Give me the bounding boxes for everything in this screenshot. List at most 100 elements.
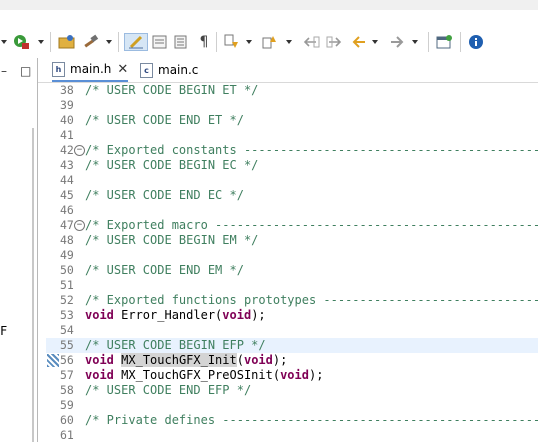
show-whitespace-icon[interactable]: ¶ xyxy=(196,33,212,51)
code-text: /* Exported macro ----------------------… xyxy=(85,218,538,233)
minimize-view-button[interactable]: – xyxy=(1,64,7,78)
code-line[interactable]: 53 void Error_Handler(void); xyxy=(46,308,538,323)
keyword-token: void xyxy=(85,368,114,382)
toolbar-separator xyxy=(118,32,119,52)
left-pane-clipped-text: F xyxy=(0,324,8,338)
code-text: void MX_TouchGFX_Init(void); xyxy=(85,353,287,368)
code-line[interactable]: 48 /* USER CODE BEGIN EM */ xyxy=(46,233,538,248)
build-hammer-icon[interactable] xyxy=(80,33,102,51)
comment-token: /* Private defines ---------------------… xyxy=(85,413,538,427)
comment-token: /* USER CODE END EC */ xyxy=(85,188,244,202)
last-edit-location-icon[interactable] xyxy=(300,33,322,51)
line-number: 46 xyxy=(60,203,74,217)
code-line[interactable]: 51 xyxy=(46,278,538,293)
line-number: 59 xyxy=(60,398,74,412)
next-edit-location-icon[interactable] xyxy=(324,33,346,51)
code-line[interactable]: 55 /* USER CODE BEGIN EFP */ xyxy=(46,338,538,353)
maximize-view-button[interactable]: □ xyxy=(20,64,31,78)
toggle-mark-occurrences-icon[interactable] xyxy=(124,33,148,51)
line-number: 57 xyxy=(60,368,74,382)
tab-label: main.h xyxy=(70,62,112,76)
nav-down-icon[interactable] xyxy=(222,33,242,51)
code-line[interactable]: 54 xyxy=(46,323,538,338)
open-folder-icon[interactable] xyxy=(56,33,78,51)
open-perspective-icon[interactable] xyxy=(434,33,454,51)
line-number: 38 xyxy=(60,83,74,97)
line-number: 55 xyxy=(60,338,74,352)
code-line[interactable]: 42−/* Exported constants ---------------… xyxy=(46,143,538,158)
prev-annotation-icon[interactable] xyxy=(172,33,190,51)
fold-toggle-icon[interactable]: − xyxy=(74,220,85,231)
code-line[interactable]: 61 xyxy=(46,428,538,442)
code-line[interactable]: 40 /* USER CODE END ET */ xyxy=(46,113,538,128)
build-dropdown-icon[interactable] xyxy=(104,33,114,51)
fold-toggle-icon[interactable]: − xyxy=(74,145,85,156)
code-text: void MX_TouchGFX_PreOSInit(void); xyxy=(85,368,323,383)
code-line[interactable]: 58 /* USER CODE END EFP */ xyxy=(46,383,538,398)
comment-token: /* USER CODE END EFP */ xyxy=(85,383,252,397)
forward-icon[interactable] xyxy=(388,33,406,51)
nav-up-icon[interactable] xyxy=(260,33,280,51)
code-line[interactable]: 45 /* USER CODE END EC */ xyxy=(46,188,538,203)
line-number: 61 xyxy=(60,428,74,442)
code-line[interactable]: 50 /* USER CODE END EM */ xyxy=(46,263,538,278)
line-number: 58 xyxy=(60,383,74,397)
left-pane-scroll-track[interactable] xyxy=(32,128,34,442)
code-line[interactable]: 38 /* USER CODE BEGIN ET */ xyxy=(46,83,538,98)
code-editor[interactable]: 38 /* USER CODE BEGIN ET */ 39 40 /* USER CO… xyxy=(46,83,538,442)
back-dropdown-icon[interactable] xyxy=(370,33,380,51)
line-number: 54 xyxy=(60,323,74,337)
toolbar-separator xyxy=(428,32,429,52)
code-line[interactable]: 59 xyxy=(46,398,538,413)
tab-main-c[interactable]: c main.c xyxy=(140,58,198,82)
keyword-token: void xyxy=(280,368,309,382)
tab-label: main.c xyxy=(158,63,199,77)
code-text: /* USER CODE BEGIN EFP */ xyxy=(85,338,266,353)
code-line[interactable]: 44 xyxy=(46,173,538,188)
code-line[interactable]: 52 /* Exported functions prototypes -----… xyxy=(46,293,538,308)
top-strip xyxy=(0,0,538,10)
close-icon[interactable]: ✕ xyxy=(117,62,128,77)
code-line[interactable]: 47−/* Exported macro -------------------… xyxy=(46,218,538,233)
line-number: 50 xyxy=(60,263,74,277)
line-number: 51 xyxy=(60,278,74,292)
code-line[interactable]: 46 xyxy=(46,203,538,218)
code-line[interactable]: 57 void MX_TouchGFX_PreOSInit(void); xyxy=(46,368,538,383)
toolbar-separator xyxy=(216,32,217,52)
code-line[interactable]: 49 xyxy=(46,248,538,263)
code-line[interactable]: 43 /* USER CODE BEGIN EC */ xyxy=(46,158,538,173)
toolbar-separator xyxy=(50,32,51,52)
highlighted-identifier: MX_TouchGFX_Init xyxy=(121,353,237,367)
run-debug-icon[interactable] xyxy=(12,33,34,51)
identifier-token: ); xyxy=(308,368,324,382)
comment-token: /* USER CODE END EM */ xyxy=(85,263,244,277)
identifier-token: Error_Handler( xyxy=(113,308,223,322)
code-line[interactable]: 60 /* Private defines -------------------… xyxy=(46,413,538,428)
comment-token: /* Exported macro ----------------------… xyxy=(85,218,538,232)
tab-main-h[interactable]: h main.h ✕ xyxy=(52,58,129,82)
keyword-token: void xyxy=(222,308,252,322)
next-annotation-icon[interactable] xyxy=(150,33,170,51)
comment-token: /* Exported constants ------------------… xyxy=(85,143,538,157)
line-number: 48 xyxy=(60,233,74,247)
line-number: 39 xyxy=(60,98,74,112)
code-line[interactable]: 41 xyxy=(46,128,538,143)
forward-dropdown-icon[interactable] xyxy=(410,33,420,51)
line-number: 43 xyxy=(60,158,74,172)
nav-down-dropdown-icon[interactable] xyxy=(244,33,254,51)
line-number: 49 xyxy=(60,248,74,262)
c-file-icon: c xyxy=(140,62,153,78)
comment-token: /* USER CODE BEGIN EM */ xyxy=(85,233,259,247)
nav-up-dropdown-icon[interactable] xyxy=(284,33,294,51)
code-line[interactable]: 56 void MX_TouchGFX_Init(void); xyxy=(46,353,538,368)
code-text: /* USER CODE BEGIN ET */ xyxy=(85,83,258,98)
back-icon[interactable] xyxy=(350,33,368,51)
dropdown-arrow-icon[interactable] xyxy=(0,33,8,51)
occurrence-marker-icon[interactable] xyxy=(47,354,59,367)
code-line[interactable]: 39 xyxy=(46,98,538,113)
line-number: 56 xyxy=(60,353,74,367)
code-text: /* USER CODE END EFP */ xyxy=(85,383,251,398)
code-text: /* USER CODE BEGIN EC */ xyxy=(85,158,258,173)
run-dropdown-icon[interactable] xyxy=(36,33,46,51)
info-icon[interactable] xyxy=(466,33,486,51)
